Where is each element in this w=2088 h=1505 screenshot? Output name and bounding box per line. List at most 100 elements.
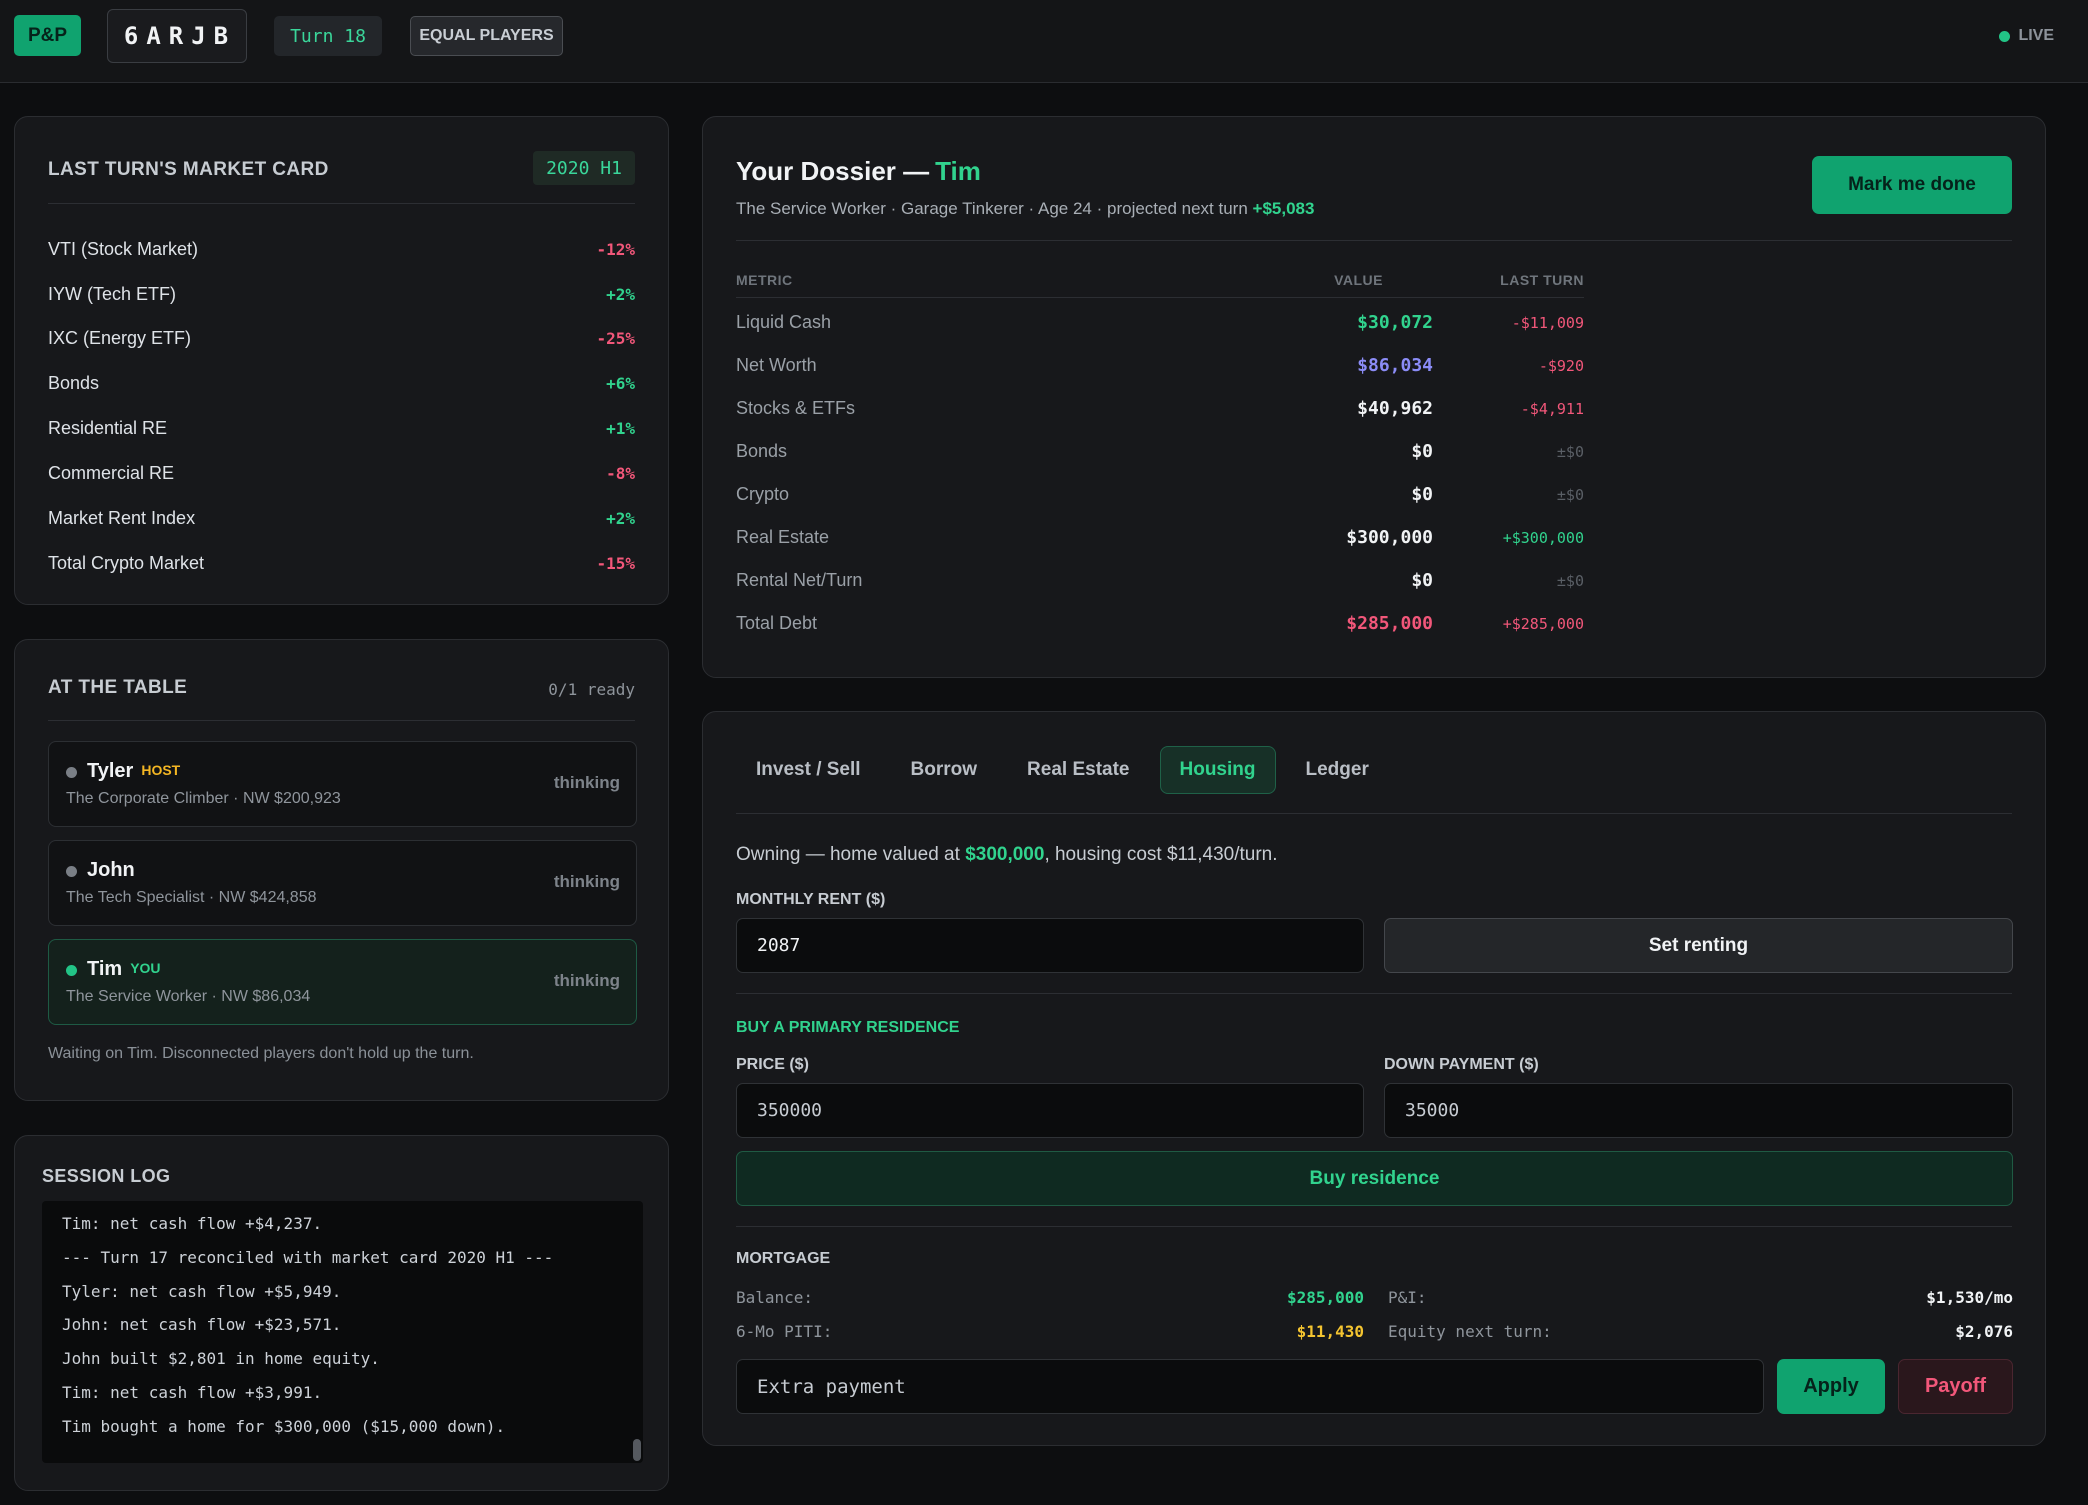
metric-row: Rental Net/Turn $0 ±$0 <box>736 567 1584 597</box>
mark-done-button[interactable]: Mark me done <box>1812 156 2012 214</box>
metric-row: Stocks & ETFs $40,962 -$4,911 <box>736 395 1584 425</box>
you-tag: YOU <box>130 960 161 976</box>
divider <box>736 1226 2012 1227</box>
buy-residence-button[interactable]: Buy residence <box>736 1151 2013 1206</box>
player-subtitle: The Service Worker · NW $86,034 <box>66 988 311 1005</box>
tab-ledger[interactable]: Ledger <box>1286 746 1389 794</box>
divider <box>736 297 1584 298</box>
divider <box>736 240 2012 241</box>
dossier-player-name: Tim <box>935 156 981 186</box>
metric-label: Liquid Cash <box>736 312 832 332</box>
log-scrollbar-thumb[interactable] <box>633 1439 641 1461</box>
metric-last-turn: ±$0 <box>1556 572 1584 590</box>
market-card-title: LAST TURN'S MARKET CARD <box>48 159 329 180</box>
log-line: Tim bought a home for $300,000 ($15,000 … <box>62 1416 506 1436</box>
pi-label: P&I: <box>1388 1288 1427 1307</box>
dossier-subtitle-text: The Service Worker · Garage Tinkerer · A… <box>736 199 1253 218</box>
metric-row: Liquid Cash $30,072 -$11,009 <box>736 309 1584 339</box>
tab-borrow[interactable]: Borrow <box>891 746 998 794</box>
session-log-box[interactable]: Tim: net cash flow +$4,237. --- Turn 17 … <box>42 1201 643 1463</box>
divider <box>48 203 635 204</box>
tab-real-estate[interactable]: Real Estate <box>1007 746 1149 794</box>
market-row: IYW (Tech ETF) +2% <box>48 279 635 309</box>
price-input[interactable] <box>736 1083 1364 1138</box>
app-logo: P&P <box>14 15 81 56</box>
metric-last-turn: ±$0 <box>1556 443 1584 461</box>
metric-value: $30,072 <box>1357 312 1433 333</box>
dossier-title: Your Dossier — Tim <box>736 156 981 187</box>
metric-label: Crypto <box>736 484 790 504</box>
metric-row: Total Debt $285,000 +$285,000 <box>736 610 1584 640</box>
log-scrollbar[interactable] <box>633 1201 641 1463</box>
player-status: thinking <box>553 872 620 891</box>
status-dot-icon <box>66 767 77 778</box>
metric-row: Real Estate $300,000 +$300,000 <box>736 524 1584 554</box>
down-payment-input[interactable] <box>1384 1083 2013 1138</box>
tab-invest-sell[interactable]: Invest / Sell <box>736 746 881 794</box>
market-row-label: Residential RE <box>48 417 168 438</box>
actions-panel: Invest / Sell Borrow Real Estate Housing… <box>702 711 2046 1446</box>
live-dot-icon <box>1999 30 2011 42</box>
player-card-tim: Tim YOU The Service Worker · NW $86,034 t… <box>48 939 637 1025</box>
housing-status-suffix: , housing cost $11,430/turn. <box>1044 844 1278 865</box>
player-subtitle: The Corporate Climber · NW $200,923 <box>66 790 341 807</box>
home-value: $300,000 <box>965 844 1045 865</box>
value-column-header: VALUE <box>1334 272 1383 288</box>
metric-label: Real Estate <box>736 527 830 547</box>
market-row: Residential RE +1% <box>48 413 635 443</box>
market-row: Bonds +6% <box>48 368 635 398</box>
action-tabs: Invest / Sell Borrow Real Estate Housing… <box>736 746 1389 794</box>
waiting-note: Waiting on Tim. Disconnected players don… <box>48 1045 474 1062</box>
extra-payment-input[interactable] <box>736 1359 1764 1414</box>
metric-last-turn: -$11,009 <box>1511 314 1584 332</box>
player-subtitle: The Tech Specialist · NW $424,858 <box>66 889 317 906</box>
player-name: Tyler <box>87 760 134 782</box>
metric-value: $300,000 <box>1346 527 1433 548</box>
market-row-value: +2% <box>606 284 635 304</box>
log-line: --- Turn 17 reconciled with market card … <box>62 1247 554 1267</box>
market-row: VTI (Stock Market) -12% <box>48 234 635 264</box>
metric-last-turn: -$4,911 <box>1520 400 1584 418</box>
metric-row: Crypto $0 ±$0 <box>736 481 1584 511</box>
player-card-john: John The Tech Specialist · NW $424,858 t… <box>48 840 637 926</box>
balance-label: Balance: <box>736 1288 814 1307</box>
metric-value: $0 <box>1411 441 1433 462</box>
live-indicator: LIVE <box>1999 25 2054 47</box>
session-log-panel: SESSION LOG Tim: net cash flow +$4,237. … <box>14 1135 669 1491</box>
monthly-rent-input[interactable] <box>736 918 1364 973</box>
down-payment-label: DOWN PAYMENT ($) <box>1384 1056 1539 1073</box>
buy-residence-heading: BUY A PRIMARY RESIDENCE <box>736 1019 960 1036</box>
player-name-row: John <box>87 859 135 882</box>
equity-value: $2,076 <box>1955 1322 2013 1341</box>
monthly-rent-label: MONTHLY RENT ($) <box>736 891 886 908</box>
players-panel: AT THE TABLE 0/1 ready Tyler HOST The Cor… <box>14 639 669 1101</box>
market-row-value: -8% <box>606 463 635 483</box>
players-title: AT THE TABLE <box>48 677 188 698</box>
metric-value: $40,962 <box>1357 398 1433 419</box>
log-line: Tim: net cash flow +$4,237. <box>62 1214 323 1233</box>
market-period-badge: 2020 H1 <box>533 151 635 185</box>
market-row-label: Bonds <box>48 372 100 393</box>
apply-button[interactable]: Apply <box>1777 1359 1885 1414</box>
metric-last-turn: +$285,000 <box>1502 615 1584 633</box>
player-name-row: Tyler HOST <box>87 760 180 783</box>
market-row: Total Crypto Market -15% <box>48 548 635 578</box>
market-row-value: +6% <box>606 373 635 393</box>
metric-value: $86,034 <box>1357 355 1433 376</box>
player-name-row: Tim YOU <box>87 958 161 981</box>
market-row-label: VTI (Stock Market) <box>48 238 199 259</box>
set-renting-button[interactable]: Set renting <box>1384 918 2013 973</box>
market-row-label: IXC (Energy ETF) <box>48 327 192 348</box>
tab-housing[interactable]: Housing <box>1159 746 1276 794</box>
metric-value: $0 <box>1411 570 1433 591</box>
divider <box>48 720 635 721</box>
metric-label: Rental Net/Turn <box>736 570 863 590</box>
metric-last-turn: +$300,000 <box>1502 529 1584 547</box>
market-row-value: -25% <box>596 328 635 348</box>
log-line: John: net cash flow +$23,571. <box>62 1315 342 1335</box>
ready-count: 0/1 ready <box>548 680 635 699</box>
market-row-label: IYW (Tech ETF) <box>48 283 177 304</box>
last-turn-column-header: LAST TURN <box>1500 272 1584 288</box>
payoff-button[interactable]: Payoff <box>1898 1359 2013 1414</box>
log-line: John built $2,801 in home equity. <box>62 1349 380 1369</box>
